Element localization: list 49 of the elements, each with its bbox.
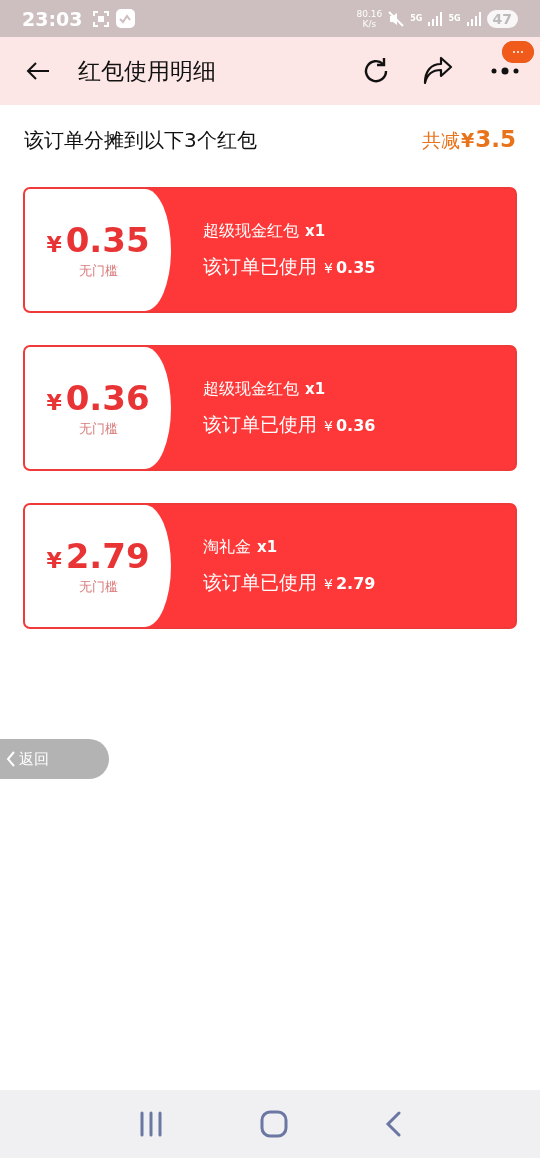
back-button[interactable]: 返回 — [0, 739, 109, 779]
clock: 23:03 — [22, 7, 83, 30]
coupon-count: x1 — [257, 537, 278, 556]
back-icon[interactable] — [384, 1111, 402, 1137]
coupon-name: 超级现金红包 — [203, 220, 299, 242]
coupon-condition: 无门槛 — [78, 578, 118, 596]
total-amount: 3.5 — [475, 126, 516, 152]
coupon-amount: 0.36 — [65, 378, 150, 418]
currency-symbol: ¥ — [46, 232, 62, 257]
coupon-count: x1 — [305, 379, 326, 398]
used-label: 该订单已使用 — [203, 569, 317, 595]
coupon-count: x1 — [305, 221, 326, 240]
share-icon[interactable] — [422, 56, 454, 86]
coupon-name: 淘礼金 — [203, 536, 251, 558]
total-currency: ¥ — [461, 129, 475, 151]
currency-symbol: ¥ — [324, 417, 333, 434]
signal-icon — [428, 11, 443, 26]
network-type: 5G — [410, 14, 423, 23]
coupon-amount: 2.79 — [65, 536, 150, 576]
summary-text: 该订单分摊到以下3个红包 — [24, 126, 258, 154]
notification-badge-icon — [502, 41, 534, 63]
used-amount: 2.79 — [335, 573, 376, 593]
currency-symbol: ¥ — [46, 390, 62, 415]
currency-symbol: ¥ — [324, 259, 333, 276]
currency-symbol: ¥ — [46, 548, 62, 573]
screenshot-icon — [92, 9, 111, 28]
recent-apps-icon[interactable] — [138, 1111, 164, 1137]
mute-icon — [388, 10, 405, 27]
page-title: 红包使用明细 — [78, 56, 217, 86]
used-amount: 0.36 — [335, 415, 376, 435]
used-label: 该订单已使用 — [203, 411, 317, 437]
back-arrow-icon[interactable] — [26, 61, 50, 81]
used-label: 该订单已使用 — [203, 253, 317, 279]
used-amount: 0.35 — [335, 257, 376, 277]
app-notification-icon — [116, 9, 136, 28]
currency-symbol: ¥ — [324, 575, 333, 592]
more-icon[interactable] — [490, 67, 520, 75]
network-type: 5G — [448, 14, 461, 23]
battery-level: 47 — [486, 9, 518, 28]
total-label: 共减 — [422, 128, 460, 153]
coupon-condition: 无门槛 — [78, 420, 118, 438]
network-speed: 80.16 — [356, 8, 383, 19]
home-icon[interactable] — [260, 1110, 288, 1138]
signal-icon — [466, 11, 481, 26]
coupon-amount: 0.35 — [65, 220, 150, 260]
coupon-name: 超级现金红包 — [203, 378, 299, 400]
coupon-condition: 无门槛 — [78, 262, 118, 280]
chevron-left-icon — [6, 751, 16, 767]
network-speed-unit: K/s — [362, 18, 377, 29]
